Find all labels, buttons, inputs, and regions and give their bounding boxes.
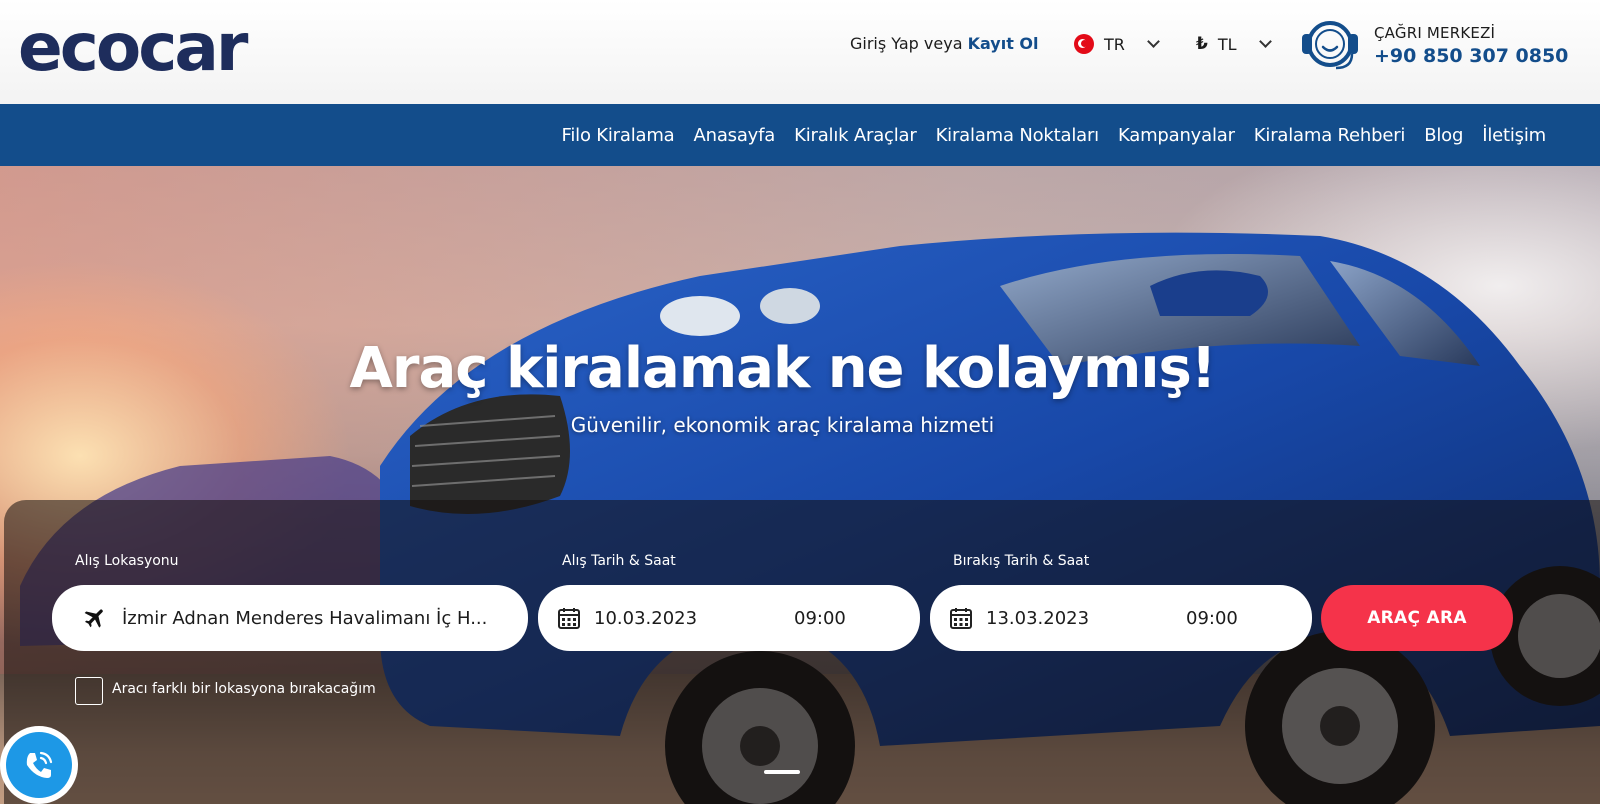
nav-item-kampanyalar[interactable]: Kampanyalar <box>1118 125 1235 146</box>
pickup-datetime-label: Alış Tarih & Saat <box>562 553 676 569</box>
pickup-date-value: 10.03.2023 <box>594 607 698 629</box>
calendar-icon <box>558 608 580 629</box>
ecocar-logo[interactable]: ecocar <box>18 9 293 86</box>
main-navigation: Filo Kiralama Anasayfa Kiralık Araçlar K… <box>0 104 1600 166</box>
currency-label: TL <box>1217 34 1237 54</box>
language-label: TR <box>1104 34 1125 54</box>
lira-icon: ₺ <box>1196 34 1208 54</box>
nav-item-iletisim[interactable]: İletişim <box>1482 125 1546 146</box>
dropoff-date-value: 13.03.2023 <box>986 607 1090 629</box>
calendar-icon <box>950 608 972 629</box>
pickup-location-label: Alış Lokasyonu <box>75 553 179 569</box>
nav-item-filo-kiralama[interactable]: Filo Kiralama <box>562 125 675 146</box>
floating-call-button[interactable] <box>0 726 78 804</box>
airplane-icon <box>84 609 103 628</box>
dropoff-datetime-field[interactable]: 13.03.2023 09:00 <box>930 585 1312 651</box>
nav-item-kiralama-rehberi[interactable]: Kiralama Rehberi <box>1254 125 1406 146</box>
chevron-down-icon <box>1258 35 1272 48</box>
pickup-location-field[interactable]: İzmir Adnan Menderes Havalimanı İç H... <box>52 585 528 651</box>
headset-icon <box>1302 21 1358 70</box>
hero-title: Araç kiralamak ne kolaymış! <box>349 336 1217 401</box>
pickup-datetime-field[interactable]: 10.03.2023 09:00 <box>538 585 920 651</box>
phone-icon <box>26 751 53 778</box>
nav-item-kiralama-noktalari[interactable]: Kiralama Noktaları <box>936 125 1100 146</box>
language-selector[interactable]: TR <box>1074 34 1160 54</box>
different-location-checkbox[interactable] <box>75 677 103 705</box>
top-bar: ecocar Giriş Yap veya Kayıt Ol TR ₺ TL Ç… <box>0 0 1600 104</box>
nav-item-blog[interactable]: Blog <box>1424 125 1463 146</box>
turkey-flag-icon <box>1074 34 1094 54</box>
dropoff-time-value[interactable]: 09:00 <box>1186 608 1238 629</box>
search-panel <box>4 500 1600 804</box>
currency-selector[interactable]: ₺ TL <box>1196 34 1272 54</box>
login-register[interactable]: Giriş Yap veya Kayıt Ol <box>850 34 1039 53</box>
register-link[interactable]: Kayıt Ol <box>968 34 1039 53</box>
nav-item-anasayfa[interactable]: Anasayfa <box>694 125 776 146</box>
login-prefix[interactable]: Giriş Yap veya <box>850 34 963 53</box>
pickup-location-value: İzmir Adnan Menderes Havalimanı İç H... <box>122 607 488 629</box>
chevron-down-icon <box>1147 35 1160 48</box>
different-location-label[interactable]: Aracı farklı bir lokasyona bırakacağım <box>112 681 376 697</box>
slider-indicator[interactable] <box>764 770 800 774</box>
hero-subtitle: Güvenilir, ekonomik araç kiralama hizmet… <box>570 413 995 437</box>
call-center-label: ÇAĞRI MERKEZİ <box>1374 23 1496 42</box>
search-car-button[interactable]: ARAÇ ARA <box>1321 585 1513 651</box>
pickup-time-value[interactable]: 09:00 <box>794 608 846 629</box>
call-center-phone[interactable]: +90 850 307 0850 <box>1374 45 1568 67</box>
call-center[interactable]: ÇAĞRI MERKEZİ +90 850 307 0850 <box>1296 16 1568 74</box>
dropoff-datetime-label: Bırakış Tarih & Saat <box>953 553 1090 569</box>
nav-item-kiralik-araclar[interactable]: Kiralık Araçlar <box>794 125 917 146</box>
logo-text: ecocar <box>18 12 249 84</box>
